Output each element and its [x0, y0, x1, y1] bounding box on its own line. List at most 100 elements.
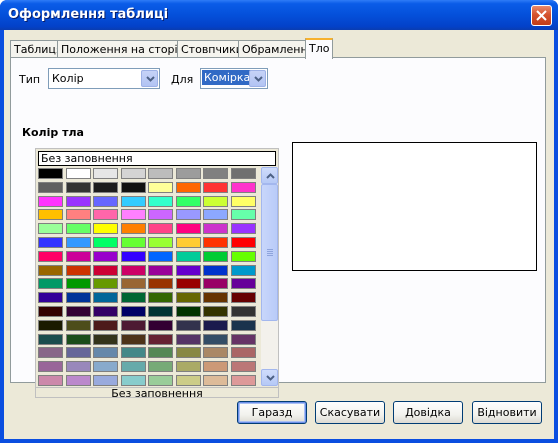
color-swatch[interactable] — [120, 292, 146, 304]
ok-button[interactable]: Гаразд — [237, 401, 307, 424]
color-swatch[interactable] — [120, 209, 146, 221]
tab-columns[interactable]: Стовпчики — [177, 40, 247, 58]
color-swatch[interactable] — [148, 209, 173, 221]
color-swatch[interactable] — [203, 292, 228, 304]
color-swatch[interactable] — [38, 264, 63, 276]
color-swatch[interactable] — [230, 209, 256, 221]
type-dropdown-button[interactable] — [141, 70, 158, 87]
color-swatch[interactable] — [65, 209, 91, 221]
color-swatch[interactable] — [120, 168, 146, 179]
color-swatch[interactable] — [230, 264, 256, 276]
scroll-up-button[interactable] — [261, 167, 278, 184]
color-swatch[interactable] — [230, 375, 256, 386]
color-swatch[interactable] — [175, 278, 201, 290]
color-swatch[interactable] — [93, 181, 118, 193]
color-swatch[interactable] — [93, 195, 118, 207]
color-swatch[interactable] — [175, 223, 201, 235]
tab-background[interactable]: Тло — [305, 38, 333, 59]
color-swatch[interactable] — [120, 375, 146, 386]
color-swatch[interactable] — [203, 319, 228, 331]
color-swatch[interactable] — [148, 375, 173, 386]
color-swatch[interactable] — [203, 278, 228, 290]
color-swatch[interactable] — [203, 333, 228, 345]
color-swatch[interactable] — [203, 209, 228, 221]
color-swatch[interactable] — [65, 347, 91, 359]
color-swatch[interactable] — [65, 264, 91, 276]
color-swatch[interactable] — [148, 347, 173, 359]
title-bar[interactable]: Оформлення таблиці — [0, 0, 558, 30]
color-swatch[interactable] — [175, 264, 201, 276]
color-swatch[interactable] — [38, 319, 63, 331]
color-swatch[interactable] — [38, 361, 63, 373]
color-swatch[interactable] — [120, 181, 146, 193]
color-swatch[interactable] — [175, 237, 201, 248]
scroll-thumb[interactable] — [261, 184, 278, 321]
color-swatch[interactable] — [203, 347, 228, 359]
color-swatch[interactable] — [93, 292, 118, 304]
color-swatch[interactable] — [120, 319, 146, 331]
color-swatch[interactable] — [120, 223, 146, 235]
color-swatch[interactable] — [65, 306, 91, 317]
color-swatch[interactable] — [120, 250, 146, 262]
color-swatch[interactable] — [38, 333, 63, 345]
color-swatch[interactable] — [93, 264, 118, 276]
color-swatch[interactable] — [175, 361, 201, 373]
for-select[interactable]: Комірка — [200, 68, 268, 89]
color-swatch[interactable] — [38, 223, 63, 235]
color-swatch[interactable] — [148, 181, 173, 193]
color-swatch[interactable] — [65, 292, 91, 304]
color-swatch[interactable] — [93, 375, 118, 386]
cancel-button[interactable]: Скасувати — [315, 401, 385, 424]
color-swatch[interactable] — [148, 333, 173, 345]
color-swatch[interactable] — [230, 292, 256, 304]
color-swatch[interactable] — [93, 168, 118, 179]
color-swatch[interactable] — [65, 375, 91, 386]
color-swatch[interactable] — [38, 250, 63, 262]
color-swatch[interactable] — [93, 250, 118, 262]
color-swatch[interactable] — [120, 347, 146, 359]
color-swatch[interactable] — [38, 292, 63, 304]
color-swatch[interactable] — [148, 250, 173, 262]
color-swatch[interactable] — [175, 306, 201, 317]
color-swatch[interactable] — [148, 168, 173, 179]
color-swatch[interactable] — [175, 168, 201, 179]
color-swatch[interactable] — [93, 361, 118, 373]
color-swatch[interactable] — [93, 223, 118, 235]
color-swatch[interactable] — [120, 278, 146, 290]
color-swatch[interactable] — [65, 333, 91, 345]
color-swatch[interactable] — [38, 237, 63, 248]
color-swatch[interactable] — [65, 223, 91, 235]
color-swatch[interactable] — [38, 181, 63, 193]
color-swatch[interactable] — [175, 319, 201, 331]
color-swatch[interactable] — [148, 306, 173, 317]
color-swatch[interactable] — [175, 209, 201, 221]
color-swatch[interactable] — [38, 375, 63, 386]
color-swatch[interactable] — [120, 333, 146, 345]
color-swatch[interactable] — [93, 237, 118, 248]
color-swatch[interactable] — [175, 347, 201, 359]
color-swatch[interactable] — [120, 237, 146, 248]
color-swatch[interactable] — [93, 278, 118, 290]
color-swatch[interactable] — [38, 278, 63, 290]
color-swatch[interactable] — [93, 333, 118, 345]
color-swatch[interactable] — [230, 237, 256, 248]
color-swatch[interactable] — [65, 237, 91, 248]
color-swatch[interactable] — [148, 292, 173, 304]
color-swatch[interactable] — [203, 361, 228, 373]
color-swatch[interactable] — [65, 250, 91, 262]
color-swatch[interactable] — [175, 333, 201, 345]
help-button[interactable]: Довідка — [393, 401, 463, 424]
color-swatch[interactable] — [148, 223, 173, 235]
color-swatch[interactable] — [65, 278, 91, 290]
color-swatch[interactable] — [230, 319, 256, 331]
color-swatch[interactable] — [120, 195, 146, 207]
color-swatch[interactable] — [230, 195, 256, 207]
color-swatch[interactable] — [38, 168, 63, 179]
color-swatch[interactable] — [175, 181, 201, 193]
color-swatch[interactable] — [230, 278, 256, 290]
color-swatch[interactable] — [230, 223, 256, 235]
color-swatch[interactable] — [93, 347, 118, 359]
color-swatch[interactable] — [148, 195, 173, 207]
scroll-down-button[interactable] — [261, 369, 278, 386]
color-swatch[interactable] — [230, 361, 256, 373]
